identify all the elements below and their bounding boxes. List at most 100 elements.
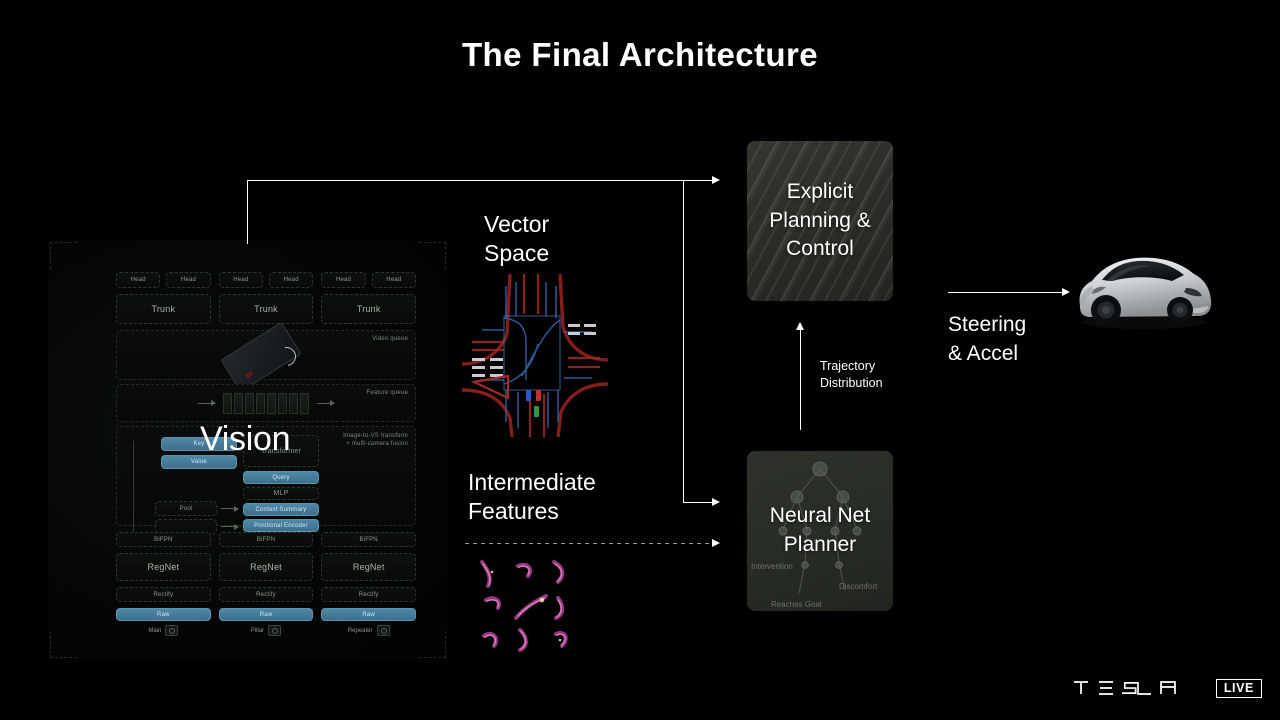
rectify-box: Rectify: [321, 587, 417, 602]
vector-space-label: Vector Space: [484, 210, 549, 268]
planning-line1: Explicit: [786, 180, 854, 204]
transformer-label-line2: + multi-camera fusion: [346, 441, 408, 448]
positional-encoder-box: Positional Encoder: [243, 519, 319, 532]
neural-net-planner-text: Neural Net Planner: [770, 502, 870, 559]
bifpn-row: BiFPN BiFPN BiFPN: [116, 532, 417, 547]
tesla-logo: [1073, 681, 1176, 696]
trajectory-line1: Trajectory: [820, 359, 876, 373]
feature-queue-label: Feature queue: [366, 390, 408, 396]
head-box: Head: [116, 272, 161, 288]
head-box: Head: [371, 272, 417, 288]
query-box: Query: [243, 471, 319, 484]
raw-row: Raw Raw Raw: [116, 608, 417, 621]
transformer-group-label: Image-to-VS transform + multi-camera fus…: [343, 432, 408, 448]
regnet-box: RegNet: [321, 553, 417, 581]
intermediate-features-line2: Features: [468, 498, 559, 525]
planning-line3: Control: [786, 237, 854, 261]
trunk-box: Trunk: [218, 294, 314, 324]
rectify-row: Rectify Rectify Rectify: [116, 587, 417, 602]
trunk-box: Trunk: [116, 294, 211, 324]
tesla-car-image: [1079, 257, 1212, 329]
head-row: Head Head Head Head Head Head: [116, 272, 417, 288]
vector-space-visualization: [460, 272, 610, 437]
head-box: Head: [218, 272, 264, 288]
panel-corner-bottom-right: [419, 631, 446, 658]
camera-icon: [376, 625, 390, 636]
regnet-box: RegNet: [116, 553, 211, 581]
connector-to-planning: [683, 180, 713, 182]
head-box: Head: [321, 272, 366, 288]
connector-top-horizontal: [247, 180, 683, 182]
live-badge: LIVE: [1215, 678, 1262, 698]
explicit-planning-control-text: Explicit Planning & Control: [769, 178, 871, 264]
camera-pillar: Pillar: [219, 625, 314, 636]
connector-vision-riser: [247, 180, 249, 244]
vector-space-line1: Vector: [484, 211, 550, 237]
steering-line2: & Accel: [948, 341, 1019, 365]
raw-box: Raw: [218, 608, 314, 621]
transformer-label-line1: Image-to-VS transform: [343, 433, 408, 439]
panel-corner-top-left: [50, 242, 77, 269]
transformer-bus-line: [133, 441, 134, 533]
feature-queue-group: Feature queue: [116, 384, 416, 422]
trunk-row: Trunk Trunk Trunk: [116, 294, 417, 324]
planner-cost-intervention: Intervention: [751, 562, 793, 571]
camera-main-label: Main: [148, 627, 162, 634]
connector-to-planner: [683, 502, 713, 504]
rectify-box: Rectify: [218, 587, 314, 602]
connector-trajectory-distribution: [800, 330, 802, 430]
arrowhead-to-planning: [712, 176, 720, 184]
panel-corner-top-right: [419, 242, 446, 269]
camera-pillar-label: Pillar: [250, 627, 265, 634]
head-box: Head: [269, 272, 314, 288]
intermediate-features-line1: Intermediate: [468, 469, 596, 495]
connector-steering-accel: [948, 292, 1063, 294]
pool-arrow-2: [221, 523, 239, 530]
camera-repeater-label: Repeater: [347, 627, 373, 634]
regnet-box: RegNet: [218, 553, 314, 581]
camera-icon: [268, 625, 282, 636]
feature-queue-arrow-in: [198, 400, 216, 406]
planner-line1: Neural Net: [769, 504, 871, 528]
video-queue-group: Video queue: [116, 321, 416, 393]
vision-label: Vision: [200, 420, 291, 458]
trajectory-line2: Distribution: [820, 375, 883, 390]
intermediate-features-visualization: [472, 552, 590, 656]
head-box: Head: [166, 272, 211, 288]
slide-canvas: The Final Architecture Head Head Head He…: [0, 0, 1280, 720]
connector-intermediate-features-dashed: [465, 543, 713, 545]
arrowhead-trajectory-distribution: [796, 322, 804, 330]
slab-marker: [245, 371, 254, 379]
arrowhead-to-planner: [712, 498, 720, 506]
explicit-planning-control-block[interactable]: Explicit Planning & Control: [747, 141, 893, 301]
planning-line2: Planning &: [769, 208, 871, 232]
page-title: The Final Architecture: [462, 36, 818, 73]
bifpn-box: BiFPN: [116, 532, 211, 547]
bifpn-box: BiFPN: [321, 532, 417, 547]
camera-repeater: Repeater: [321, 625, 416, 636]
vector-space-line2: Space: [484, 240, 550, 267]
trunk-box: Trunk: [321, 294, 417, 324]
feature-queue-cells: [223, 392, 309, 414]
pool-arrow-1: [221, 505, 239, 512]
footer-brand: LIVE: [1072, 678, 1262, 698]
video-queue-label: Video queue: [372, 336, 408, 342]
regnet-row: RegNet RegNet RegNet: [116, 553, 417, 581]
context-summary-box: Context Summary: [243, 503, 319, 516]
connector-branch-down: [683, 180, 685, 503]
camera-main: Main: [116, 625, 211, 636]
camera-row: Main Pillar Repeater: [116, 625, 416, 636]
mlp-box: MLP: [243, 487, 319, 500]
raw-box: Raw: [116, 608, 211, 621]
camera-icon: [165, 625, 179, 636]
pool-box: Pool: [155, 501, 217, 516]
arrowhead-intermediate-features: [712, 539, 720, 547]
steering-accel-label: Steering & Accel: [948, 311, 1026, 369]
bifpn-box: BiFPN: [218, 532, 314, 547]
neural-net-planner-block[interactable]: Intervention Discomfort Reaches Goal Neu…: [747, 451, 893, 611]
trajectory-distribution-label: Trajectory Distribution: [820, 358, 883, 391]
steering-line1: Steering: [948, 313, 1027, 336]
raw-box: Raw: [321, 608, 417, 621]
planner-cost-discomfort: Discomfort: [839, 582, 878, 591]
feature-queue-arrow-out: [317, 400, 335, 406]
